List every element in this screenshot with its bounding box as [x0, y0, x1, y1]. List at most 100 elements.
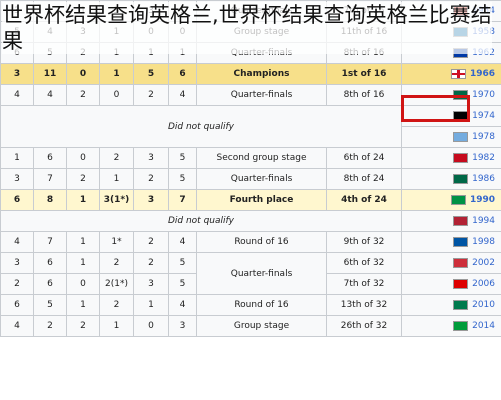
stat-cell: 1: [66, 294, 100, 316]
stat-cell: 1: [99, 315, 134, 337]
stat-cell: 1: [66, 252, 100, 274]
korea-japan-flag-icon: [453, 258, 469, 268]
year-link[interactable]: 2002: [472, 258, 495, 268]
table-row: 3 11 0 1 5 6 Champions 1st of 16 1966: [0, 63, 501, 85]
stage-cell: Fourth place: [196, 189, 327, 211]
year-link[interactable]: 1978: [472, 132, 495, 142]
year-link[interactable]: 2010: [472, 300, 495, 310]
stat-cell: 2: [133, 84, 169, 106]
year-cell[interactable]: 2002: [401, 252, 501, 274]
position-cell: 8th of 16: [326, 84, 402, 106]
stat-cell: 2: [0, 273, 34, 295]
stat-cell: 7: [168, 189, 197, 211]
stat-cell: 3: [133, 273, 169, 295]
italy-flag-icon: [450, 195, 466, 205]
year-link[interactable]: 2014: [472, 321, 495, 331]
mexico-flag-icon: [453, 174, 469, 184]
year-cell[interactable]: 1982: [401, 147, 501, 169]
stat-cell: 5: [168, 273, 197, 295]
year-cell[interactable]: 2014: [401, 315, 501, 337]
stat-cell: 3: [133, 189, 169, 211]
stat-cell: 2: [99, 147, 134, 169]
table-row: 3 7 2 1 2 5 Quarter-finals 8th of 24 1986: [0, 168, 501, 190]
argentina-flag-icon: [453, 132, 469, 142]
stat-cell: 5: [33, 294, 67, 316]
year-link[interactable]: 1970: [472, 90, 495, 100]
stage-cell: Quarter-finals: [196, 252, 327, 295]
year-cell[interactable]: 1990: [401, 189, 501, 211]
stat-cell: 2: [133, 168, 169, 190]
stat-cell: 2: [133, 252, 169, 274]
stat-cell: 3: [0, 252, 34, 274]
spain-flag-icon: [453, 153, 469, 163]
stat-cell: 6: [33, 273, 67, 295]
stat-cell: 2: [66, 168, 100, 190]
position-cell: 4th of 24: [326, 189, 402, 211]
year-link[interactable]: 1966: [470, 69, 495, 79]
stat-cell: 6: [33, 147, 67, 169]
stat-cell: 5: [168, 168, 197, 190]
france-flag-icon: [453, 237, 469, 247]
year-link[interactable]: 1974: [472, 111, 495, 121]
stat-cell: 4: [0, 315, 34, 337]
did-not-qualify-cell: Did not qualify: [0, 105, 402, 148]
stat-cell: 1*: [99, 231, 134, 253]
year-cell[interactable]: 1998: [401, 231, 501, 253]
south-africa-flag-icon: [453, 300, 469, 310]
stat-cell: 5: [168, 147, 197, 169]
table-row: 6 8 1 3(1*) 3 7 Fourth place 4th of 24 1990: [0, 189, 501, 211]
stat-cell: 0: [99, 84, 134, 106]
year-cell[interactable]: 1994: [401, 210, 501, 232]
table-row: 3 6 1 2 2 5 Quarter-finals 6th of 32 2002: [0, 252, 501, 295]
year-link[interactable]: 1982: [472, 153, 495, 163]
year-cell[interactable]: 2010: [401, 294, 501, 316]
stat-cell: 2: [66, 84, 100, 106]
stat-cell: 1: [66, 189, 100, 211]
stat-cell: 6: [0, 294, 34, 316]
stat-cell: 1: [99, 63, 134, 85]
stat-cell: 5: [133, 63, 169, 85]
position-cell: 9th of 32: [326, 231, 402, 253]
stat-cell: 2: [66, 315, 100, 337]
stat-cell: 5: [168, 252, 197, 274]
position-cell: 7th of 32: [326, 273, 402, 295]
year-link[interactable]: 1994: [472, 216, 495, 226]
table-row: 6 5 1 2 1 4 Round of 16 13th of 32 2010: [0, 294, 501, 316]
stat-cell: 6: [0, 189, 34, 211]
stat-cell: 0: [66, 273, 100, 295]
stage-cell: Champions: [196, 63, 327, 85]
stage-cell: Round of 16: [196, 231, 327, 253]
year-link[interactable]: 2006: [472, 279, 495, 289]
position-cell: 1st of 16: [326, 63, 402, 85]
stat-cell: 1: [0, 147, 34, 169]
stat-cell: 2: [33, 315, 67, 337]
stat-cell: 3: [133, 147, 169, 169]
stat-cell: 0: [66, 147, 100, 169]
position-cell: 6th of 32: [326, 252, 402, 274]
table-row: 1 6 0 2 3 5 Second group stage 6th of 24 1982: [0, 147, 501, 169]
stat-cell: 1: [99, 168, 134, 190]
year-cell[interactable]: 2006: [401, 273, 501, 295]
stat-cell: 3(1*): [99, 189, 134, 211]
stat-cell: 4: [0, 84, 34, 106]
position-cell: 13th of 32: [326, 294, 402, 316]
year-cell[interactable]: 1966: [401, 63, 501, 85]
stage-cell: Quarter-finals: [196, 168, 327, 190]
stat-cell: 6: [33, 252, 67, 274]
year-cell[interactable]: 1978: [401, 126, 501, 148]
stat-cell: 3: [0, 168, 34, 190]
year-cell[interactable]: 1986: [401, 168, 501, 190]
year-link[interactable]: 1998: [472, 237, 495, 247]
stat-cell: 8: [33, 189, 67, 211]
position-cell: 8th of 24: [326, 168, 402, 190]
stat-cell: 1: [133, 294, 169, 316]
usa-flag-icon: [453, 216, 469, 226]
stat-cell: 2: [99, 252, 134, 274]
stage-cell: Group stage: [196, 315, 327, 337]
stat-cell: 6: [168, 63, 197, 85]
year-link[interactable]: 1990: [470, 195, 495, 205]
stat-cell: 4: [0, 231, 34, 253]
year-link[interactable]: 1986: [472, 174, 495, 184]
england-flag-icon: [450, 69, 466, 79]
stat-cell: 2: [99, 294, 134, 316]
